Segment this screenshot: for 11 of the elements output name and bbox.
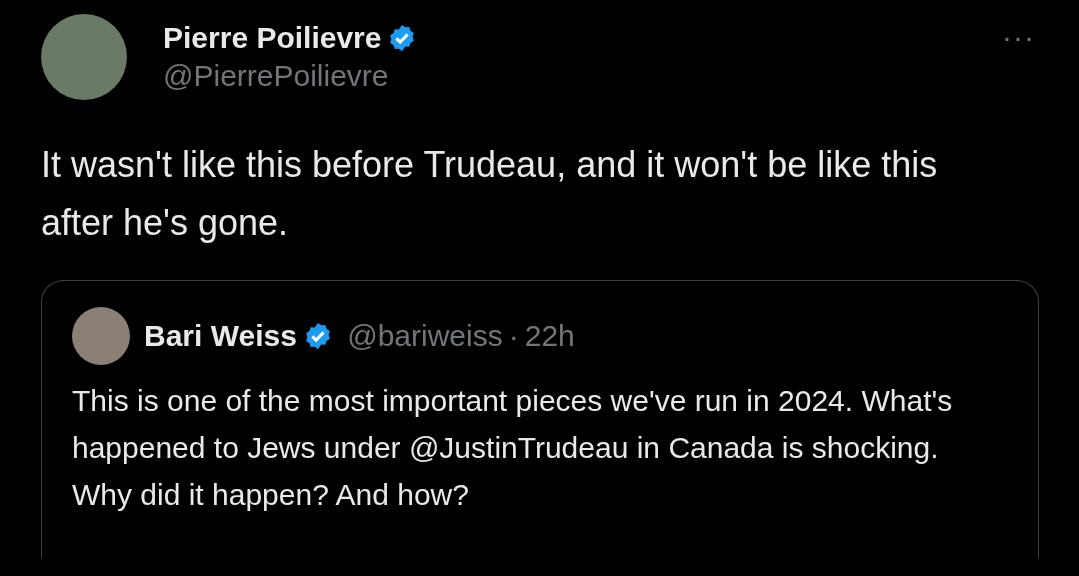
author-name[interactable]: Pierre Poilievre: [163, 21, 382, 55]
quote-text: This is one of the most important pieces we've run in 2024. What's happened to Jews under @JustinTrudeau in Canada is shocking. Why did it happen? And how?: [72, 383, 954, 513]
quote-time: 22h: [524, 319, 575, 353]
more-button[interactable]: ···: [1002, 20, 1035, 54]
quote-handle[interactable]: @bariweiss: [338, 319, 503, 353]
tweet-text: It wasn't like this before Trudeau, and it won't be like this after he's gone.: [41, 143, 939, 245]
avatar[interactable]: [72, 307, 130, 365]
quote-author-name[interactable]: Bari Weiss: [144, 319, 297, 353]
separator: ·: [508, 319, 519, 353]
quote-card[interactable]: Bari Weiss @bariweiss · 22h This is one of the most important pieces we've run in 2024. What's happened to Jews under @JustinTrudeau in Canada is shocking. Why did it happen? And how?: [41, 280, 1039, 558]
author-handle[interactable]: @PierrePoilievre: [163, 59, 418, 93]
